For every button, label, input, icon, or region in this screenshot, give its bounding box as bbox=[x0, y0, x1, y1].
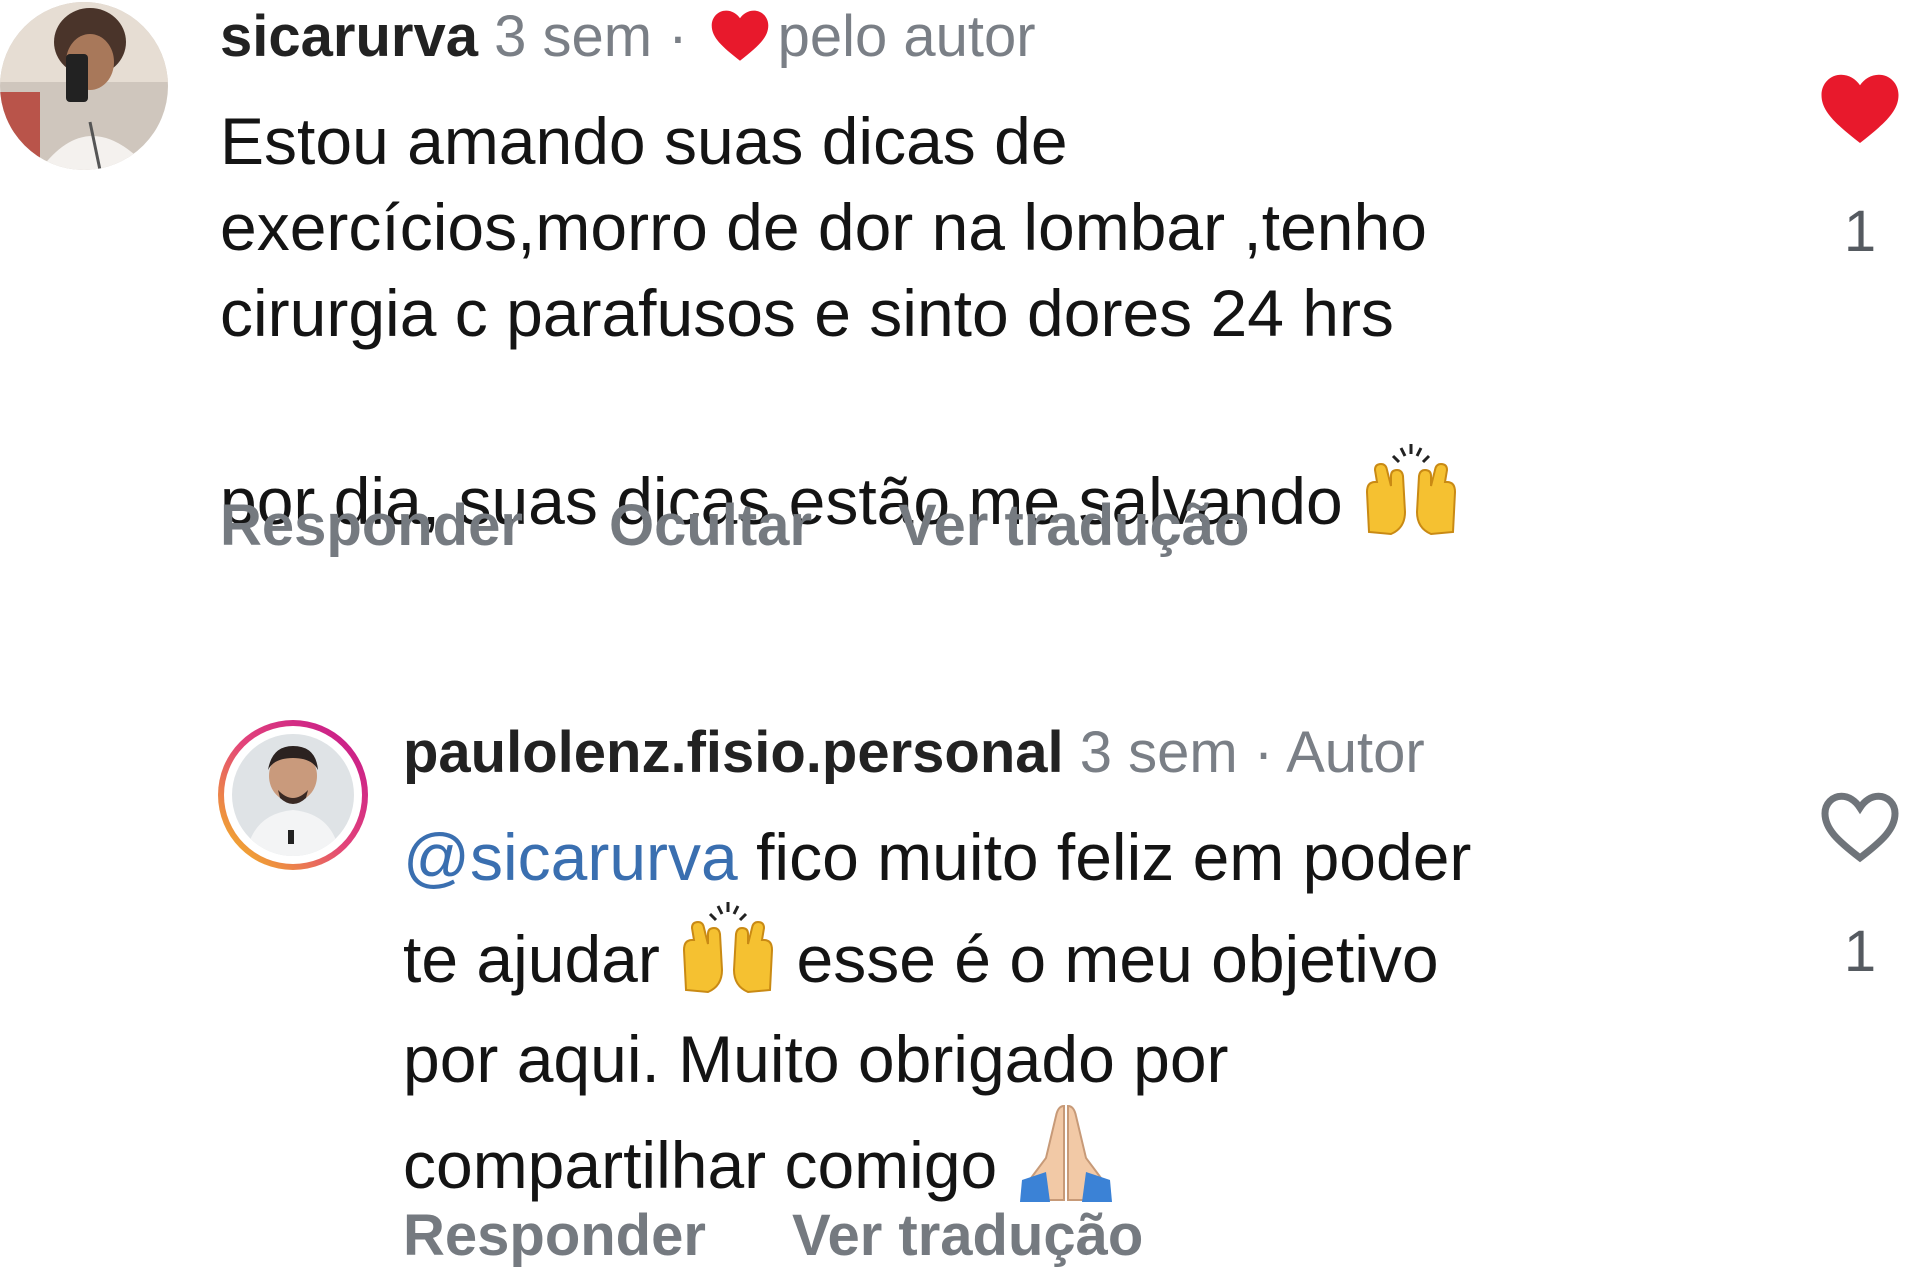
separator-dot: · bbox=[668, 4, 688, 69]
comment-line: por aqui. Muito obrigado por bbox=[403, 1022, 1229, 1096]
heart-outline-icon bbox=[1821, 792, 1899, 863]
comment-paulolenz: paulolenz.fisio.personal 3 sem · Autor @… bbox=[0, 700, 1920, 1277]
heart-icon bbox=[708, 8, 772, 78]
timestamp: 3 sem bbox=[494, 4, 653, 69]
hide-button[interactable]: Ocultar bbox=[609, 492, 812, 559]
comment-actions: Responder Ocultar Ver tradução bbox=[220, 492, 1335, 559]
comment-actions: Responder Ver tradução bbox=[403, 1202, 1229, 1269]
reply-button[interactable]: Responder bbox=[220, 492, 523, 559]
see-translation-button[interactable]: Ver tradução bbox=[898, 492, 1249, 559]
avatar-paulolenz[interactable] bbox=[218, 720, 368, 870]
username[interactable]: sicarurva bbox=[220, 4, 478, 69]
reply-button[interactable]: Responder bbox=[403, 1202, 706, 1269]
like-count: 1 bbox=[1843, 919, 1877, 984]
comment-header: paulolenz.fisio.personal 3 sem · Autor bbox=[403, 718, 1425, 788]
like-button[interactable] bbox=[1800, 70, 1920, 160]
comment-text-fragment: fico muito feliz em poder bbox=[737, 820, 1472, 894]
timestamp: 3 sem bbox=[1079, 720, 1238, 785]
comment-text: @sicarurva fico muito feliz em poder te … bbox=[403, 814, 1763, 1222]
author-label: Autor bbox=[1286, 720, 1425, 785]
comment-line: cirurgia c parafusos e sinto dores 24 hr… bbox=[220, 276, 1394, 350]
separator-dot: · bbox=[1253, 720, 1274, 785]
comment-text: Estou amando suas dicas de exercícios,mor… bbox=[220, 98, 1700, 558]
raising-hands-icon bbox=[678, 900, 778, 1016]
avatar-photo bbox=[232, 734, 354, 856]
raising-hands-icon bbox=[1361, 356, 1461, 558]
comment-header: sicarurva 3 sem · pelo autor bbox=[220, 2, 1036, 78]
comment-text-fragment: compartilhar comigo bbox=[403, 1128, 998, 1202]
see-translation-button[interactable]: Ver tradução bbox=[792, 1202, 1143, 1269]
like-button[interactable] bbox=[1800, 788, 1920, 878]
comment-line: @sicarurva fico muito feliz em poder bbox=[403, 814, 1763, 900]
avatar-sicarurva[interactable] bbox=[0, 2, 168, 170]
comment-sicarurva: sicarurva 3 sem · pelo autor Estou amand… bbox=[0, 0, 1920, 558]
comment-line: exercícios,morro de dor na lombar ,tenho bbox=[220, 190, 1427, 264]
heart-filled-icon bbox=[1821, 74, 1899, 143]
username[interactable]: paulolenz.fisio.personal bbox=[403, 720, 1064, 785]
comment-line: Estou amando suas dicas de bbox=[220, 104, 1068, 178]
comment-text-fragment: te ajudar bbox=[403, 922, 660, 996]
liked-by-author-label: pelo autor bbox=[777, 4, 1036, 69]
comment-line: te ajudar esse é o meu objetivo bbox=[403, 900, 1763, 1016]
like-count: 1 bbox=[1843, 199, 1877, 264]
mention-link[interactable]: @sicarurva bbox=[403, 820, 738, 894]
avatar-photo bbox=[0, 2, 168, 170]
comment-text-fragment: esse é o meu objetivo bbox=[796, 922, 1439, 996]
